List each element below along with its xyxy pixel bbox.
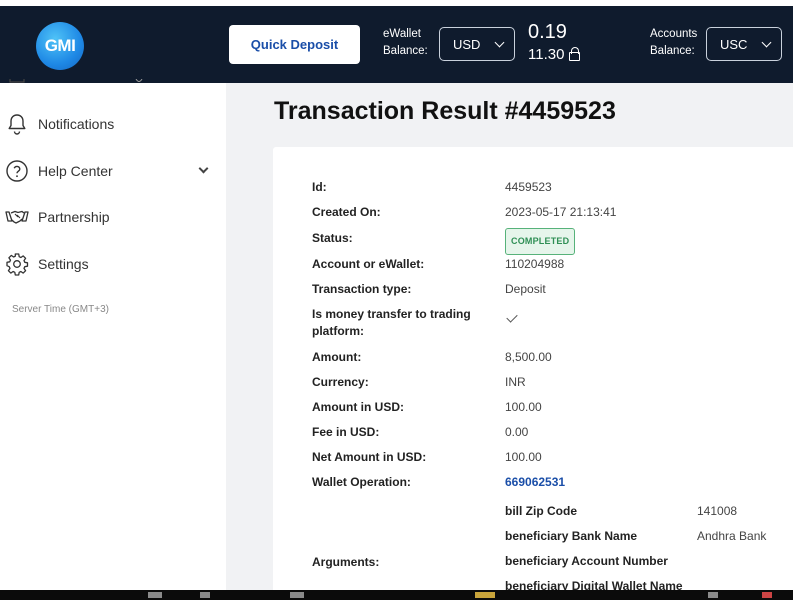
sidebar: Notifications Help Center Partnership Se… [0,79,226,600]
taskbar-item[interactable] [290,592,304,598]
sidebar-item-partnership[interactable]: Partnership [0,199,226,235]
chevron-down-icon [494,37,505,48]
ewallet-label-line1: eWallet [383,28,421,40]
gmi-logo[interactable]: GMI [36,22,84,70]
sidebar-item-label: Help Center [38,163,113,179]
detail-label: Created On: [312,205,381,219]
handshake-icon [5,210,29,224]
taskbar-item[interactable] [708,592,718,598]
sidebar-item-help-center[interactable]: Help Center [0,153,226,189]
detail-value: 110204988 [505,257,565,271]
window-top-strip [0,0,793,6]
top-header: GMI Quick Deposit eWallet Balance: USD 0… [0,0,793,83]
chevron-down-icon[interactable] [198,163,209,174]
sidebar-item-label: Notifications [38,116,115,132]
sidebar-item-settings[interactable]: Settings [0,246,226,282]
server-time: Server Time (GMT+3) [12,304,109,315]
lock-icon [569,47,581,61]
ewallet-label-line2: Balance: [383,45,428,57]
detail-label: Wallet Operation: [312,475,411,489]
locked-balance: 11.30 [528,46,581,63]
accounts-currency-value: USC [720,36,748,52]
checkmark-icon [506,311,518,323]
accounts-currency-select[interactable]: USC [706,27,782,61]
transaction-details-card: Id: 4459523 Created On: 2023-05-17 21:13… [273,147,793,600]
detail-value: 0.00 [505,425,529,439]
bell-icon [8,114,26,135]
detail-value: 100.00 [505,400,542,414]
ewallet-balance-value: 0.19 [528,21,567,43]
detail-label: Net Amount in USD: [312,450,427,464]
detail-label: Arguments: [312,555,380,569]
chevron-down-icon [761,37,772,48]
argument-key: beneficiary Bank Name [505,529,638,543]
help-circle-icon [6,160,28,182]
status-badge: COMPLETED [505,228,576,255]
accounts-label-line1: Accounts [650,28,698,40]
detail-label: Is money transfer to trading platform: [312,307,471,338]
detail-value: INR [505,375,526,389]
detail-label: Amount: [312,350,362,364]
os-taskbar [0,590,793,600]
taskbar-item[interactable] [762,592,772,598]
accounts-balance-label: Accounts Balance: [650,26,697,60]
detail-label: Amount in USD: [312,400,404,414]
detail-value: 2023-05-17 21:13:41 [505,205,617,219]
detail-value: 8,500.00 [505,350,552,364]
detail-label: Account or eWallet: [312,257,425,271]
gear-icon [6,253,29,276]
accounts-label-line2: Balance: [650,45,695,57]
detail-value: 4459523 [505,180,552,194]
detail-value: 100.00 [505,450,542,464]
detail-label: Status: [312,231,353,245]
sidebar-item-label: Partnership [38,209,110,225]
taskbar-item[interactable] [148,592,162,598]
detail-row-arguments: Arguments: bill Zip Code 141008 benefici… [273,504,793,600]
ewallet-currency-select[interactable]: USD [439,27,515,61]
detail-label: Transaction type: [312,282,412,296]
ewallet-balance-label: eWallet Balance: [383,26,428,60]
detail-value: Deposit [505,282,546,296]
partial-menu-item-icon [9,79,143,83]
status-value-wrap: COMPLETED [505,228,576,255]
main-content: Transaction Result #4459523 Id: 4459523 … [226,83,793,600]
sidebar-item-label: Settings [38,256,89,272]
taskbar-item[interactable] [475,592,495,598]
wallet-operation-link[interactable]: 669062531 [505,474,565,491]
detail-label: Fee in USD: [312,425,380,439]
argument-key: bill Zip Code [505,504,577,518]
detail-label: Id: [312,180,327,194]
taskbar-item[interactable] [200,592,210,598]
sidebar-item-notifications[interactable]: Notifications [0,106,226,142]
argument-value: Andhra Bank [697,529,767,543]
argument-key: beneficiary Account Number [505,554,668,568]
argument-value: 141008 [697,504,738,518]
detail-label: Currency: [312,375,369,389]
quick-deposit-button[interactable]: Quick Deposit [229,25,360,64]
locked-balance-value: 11.30 [528,46,565,63]
ewallet-currency-value: USD [453,36,481,52]
page-title: Transaction Result #4459523 [274,97,616,125]
